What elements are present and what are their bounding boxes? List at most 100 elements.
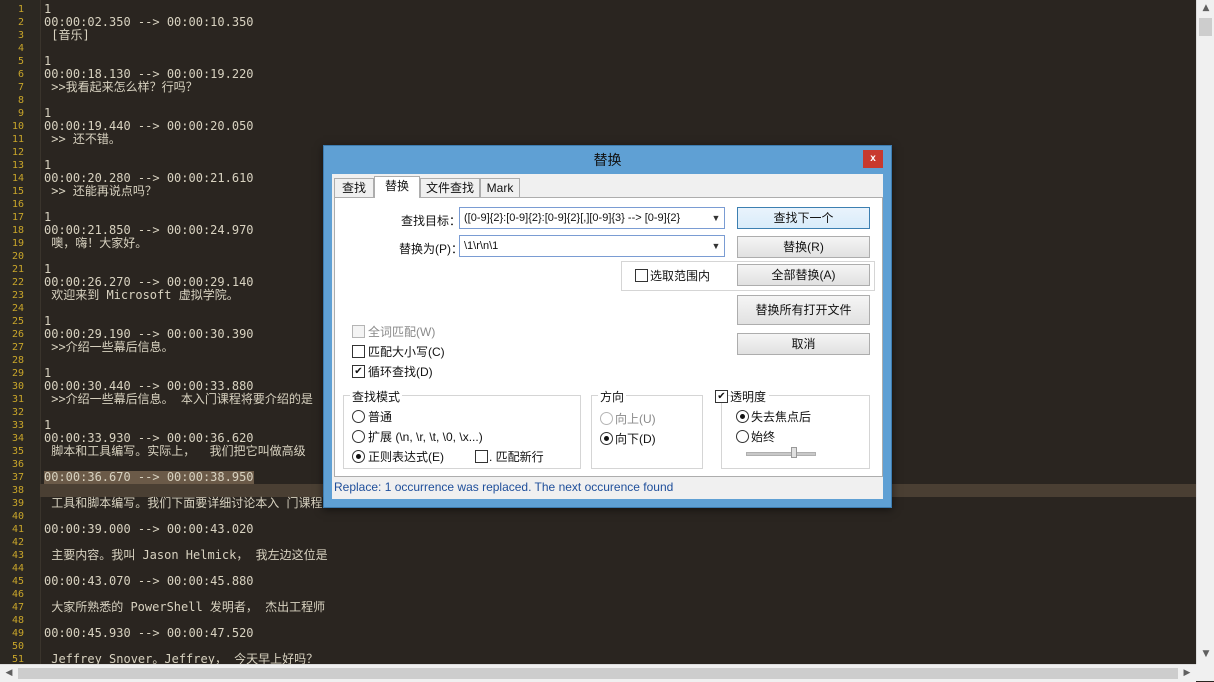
dialog-title: 替换 [593,152,622,168]
tab-find-in-files[interactable]: 文件查找 [420,178,480,197]
mode-normal-radio[interactable] [352,410,365,423]
trans-lose-focus-label: 失去焦点后 [751,410,812,424]
line-number: 28 [11,355,24,366]
line-number: 23 [11,290,24,301]
line-number: 19 [11,238,24,249]
line-number: 26 [11,329,24,340]
find-value: ([0-9]{2}:[0-9]{2}:[0-9]{2}[,][0-9]{3} -… [464,212,681,224]
find-next-button[interactable]: 查找下一个 [737,207,870,229]
line-number: 11 [11,134,24,145]
code-line[interactable]: >>介绍一些幕后信息。 [44,341,173,354]
mode-normal-label: 普通 [368,410,393,424]
line-number: 40 [11,511,24,522]
dot-newline-checkbox[interactable] [475,450,488,463]
direction-down-radio[interactable] [600,432,613,445]
line-number: 18 [11,225,24,236]
line-number: 41 [11,524,24,535]
scroll-down-icon[interactable]: ▼ [1200,648,1212,660]
whole-word-label: 全词匹配(W) [368,325,436,339]
horizontal-scrollbar[interactable]: ◀ ▶ [0,664,1196,682]
line-number: 48 [11,615,24,626]
close-icon[interactable]: x [863,150,883,168]
code-line[interactable]: 00:00:45.930 --> 00:00:47.520 [44,627,254,640]
code-line[interactable]: Jeffrey Snover。Jeffrey， 今天早上好吗？ [44,653,318,665]
code-line[interactable]: >> 还不错。 [44,133,121,146]
code-line[interactable]: >>介绍一些幕后信息。 本入门课程将要介绍的是 [44,393,313,406]
mode-regex-label: 正则表达式(E) [368,450,444,464]
line-number: 3 [17,30,24,41]
line-number: 44 [11,563,24,574]
code-line[interactable]: 00:00:36.670 --> 00:00:38.950 [44,471,254,484]
vertical-scrollbar[interactable]: ▲ ▼ [1196,0,1214,664]
code-line[interactable]: 主要内容。我叫 Jason Helmick， 我左边这位是 [44,549,327,562]
line-number: 14 [11,173,24,184]
tab-replace[interactable]: 替换 [374,176,420,198]
replace-dialog: 替换 x 查找 替换 文件查找 Mark 查找目标： ([0-9]{2}:[0-… [323,145,892,508]
code-line[interactable]: >> 还能再说点吗？ [44,185,157,198]
find-label: 查找目标： [401,214,462,228]
direction-down-label: 向下(D) [615,432,656,446]
search-mode-title: 查找模式 [350,388,403,405]
line-number: 29 [11,368,24,379]
line-number: 24 [11,303,24,314]
chevron-down-icon[interactable]: ▼ [708,236,724,256]
match-case-checkbox[interactable] [352,345,365,358]
code-line[interactable]: 00:00:39.000 --> 00:00:43.020 [44,523,254,536]
code-line[interactable]: >>我看起来怎么样？行吗？ [44,81,197,94]
line-number: 39 [11,498,24,509]
dot-newline-label: . 匹配新行 [489,450,544,464]
line-number: 43 [11,550,24,561]
line-number: 51 [11,654,24,664]
direction-up-label: 向上(U) [615,412,656,426]
cancel-button[interactable]: 取消 [737,333,870,355]
tab-mark[interactable]: Mark [480,178,520,197]
line-number: 50 [11,641,24,652]
line-number: 34 [11,433,24,444]
line-number: 35 [11,446,24,457]
line-number: 42 [11,537,24,548]
in-selection-checkbox[interactable] [635,269,648,282]
replace-button[interactable]: 替换(R) [737,236,870,258]
line-number: 12 [11,147,24,158]
mode-regex-radio[interactable] [352,450,365,463]
wrap-around-checkbox[interactable]: ✔ [352,365,365,378]
whole-word-checkbox[interactable] [352,325,365,338]
code-line[interactable]: 噢，嗨！大家好。 [44,237,147,250]
mode-extended-label: 扩展 (\n, \r, \t, \0, \x...) [368,430,483,444]
horizontal-scroll-thumb[interactable] [18,668,1178,679]
transparency-slider-thumb[interactable] [791,447,797,458]
tab-find[interactable]: 查找 [334,178,374,197]
replace-all-button[interactable]: 全部替换(A) [737,264,870,286]
scroll-left-icon[interactable]: ◀ [3,667,15,679]
chevron-down-icon[interactable]: ▼ [708,208,724,228]
status-message: Replace: 1 occurrence was replaced. The … [334,480,674,494]
mode-extended-radio[interactable] [352,430,365,443]
line-number: 15 [11,186,24,197]
line-number: 46 [11,589,24,600]
replace-all-open-files-button[interactable]: 替换所有打开文件 [737,295,870,325]
scroll-up-icon[interactable]: ▲ [1200,2,1212,14]
line-number: 9 [17,108,24,119]
line-number: 2 [17,17,24,28]
code-line[interactable]: 欢迎来到 Microsoft 虚拟学院。 [44,289,238,302]
code-line[interactable]: 大家所熟悉的 PowerShell 发明者， 杰出工程师 [44,601,325,614]
code-line[interactable]: 工具和脚本编写。我们下面要详细讨论本入 门课程 [44,497,322,510]
transparency-checkbox[interactable]: ✔ [715,390,728,403]
line-number: 5 [17,56,24,67]
find-input[interactable]: ([0-9]{2}:[0-9]{2}:[0-9]{2}[,][0-9]{3} -… [459,207,725,229]
line-number: 7 [17,82,24,93]
transparency-slider[interactable] [746,452,816,456]
direction-up-radio[interactable] [600,412,613,425]
replace-input[interactable]: \1\r\n\1 ▼ [459,235,725,257]
vertical-scroll-thumb[interactable] [1199,18,1212,36]
in-selection-label: 选取范围内 [650,269,711,283]
match-case-label: 匹配大小写(C) [368,345,445,359]
line-number: 6 [17,69,24,80]
code-line[interactable]: [音乐] [44,29,89,42]
code-line[interactable]: 脚本和工具编写。实际上， 我们把它叫做高级 [44,445,305,458]
scroll-right-icon[interactable]: ▶ [1181,667,1193,679]
line-number: 17 [11,212,24,223]
trans-always-radio[interactable] [736,430,749,443]
code-line[interactable]: 00:00:43.070 --> 00:00:45.880 [44,575,254,588]
trans-lose-focus-radio[interactable] [736,410,749,423]
